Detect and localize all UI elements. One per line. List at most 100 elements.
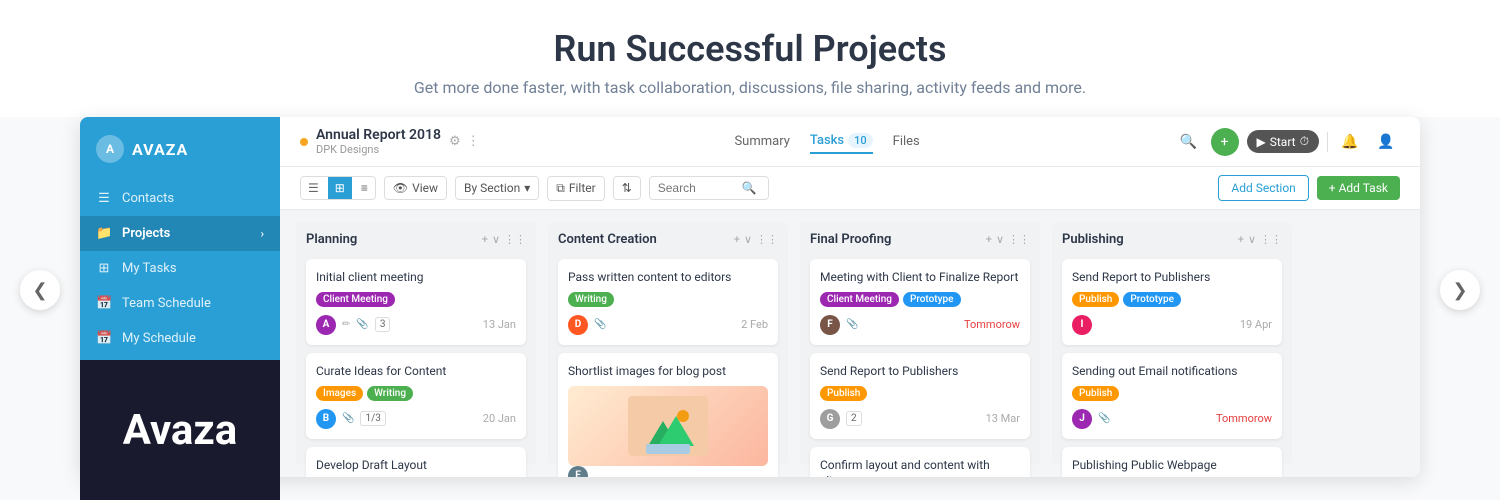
- more-col-icon[interactable]: ⋮⋮: [1008, 233, 1030, 246]
- chevron-icon[interactable]: ∨: [492, 233, 500, 246]
- user-avatar-icon[interactable]: 👤: [1372, 128, 1400, 156]
- task-card[interactable]: Pass written content to editors Writing …: [558, 259, 778, 345]
- tag: Prototype: [1123, 292, 1181, 307]
- col-actions-final-proofing: + ∨ ⋮⋮: [986, 233, 1030, 246]
- tag: Client Meeting: [316, 292, 395, 307]
- start-label: Start: [1270, 135, 1296, 149]
- project-tabs: Summary Tasks10 Files: [734, 129, 919, 154]
- eye-icon: 👁: [393, 181, 408, 195]
- tab-tasks[interactable]: Tasks10: [810, 129, 873, 154]
- sidebar-item-projects[interactable]: 📁 Projects ›: [80, 216, 280, 251]
- search-input[interactable]: [658, 181, 738, 195]
- more-col-icon[interactable]: ⋮⋮: [756, 233, 778, 246]
- task-tags: ImagesWriting: [316, 386, 516, 401]
- task-title: Meeting with Client to Finalize Report: [820, 269, 1020, 286]
- task-footer: I 19 Apr: [1072, 315, 1272, 335]
- task-icon: 📎: [594, 319, 606, 330]
- add-col-icon[interactable]: +: [986, 233, 992, 246]
- col-actions-publishing: + ∨ ⋮⋮: [1238, 233, 1282, 246]
- search-icon: 🔍: [742, 181, 757, 195]
- chevron-icon[interactable]: ∨: [996, 233, 1004, 246]
- add-button[interactable]: +: [1211, 128, 1239, 156]
- task-card[interactable]: Meeting with Client to Finalize Report C…: [810, 259, 1030, 345]
- list-view-toggle[interactable]: ☰: [301, 177, 326, 199]
- task-image: [568, 386, 768, 466]
- filter-label: Filter: [569, 181, 596, 195]
- tab-files[interactable]: Files: [893, 130, 920, 153]
- header-actions: 🔍 + ▶ Start ⏱ 🔔 👤: [1175, 128, 1400, 156]
- task-footer: F 📎 Tommorow: [820, 315, 1020, 335]
- notification-icon[interactable]: 🔔: [1336, 128, 1364, 156]
- task-footer: B 📎1/3 20 Jan: [316, 409, 516, 429]
- task-tags: Publish: [1072, 386, 1272, 401]
- chevron-icon[interactable]: ∨: [744, 233, 752, 246]
- filter-button[interactable]: ⧉ Filter: [547, 176, 604, 201]
- task-card[interactable]: Sending out Email notifications Publish …: [1062, 353, 1282, 439]
- kanban-view-toggle[interactable]: ⊞: [328, 177, 352, 199]
- tab-summary[interactable]: Summary: [734, 130, 789, 153]
- task-icon: 📎: [846, 319, 858, 330]
- sidebar-item-my-tasks[interactable]: ⊞ My Tasks: [80, 251, 280, 286]
- task-tags: Writing: [568, 292, 768, 307]
- add-col-icon[interactable]: +: [1238, 233, 1244, 246]
- chevron-right-icon: ❯: [1452, 280, 1467, 301]
- tasks-icon: ⊞: [96, 261, 112, 276]
- more-col-icon[interactable]: ⋮⋮: [1260, 233, 1282, 246]
- task-tags: Publish: [820, 386, 1020, 401]
- project-title: Annual Report 2018: [316, 127, 441, 143]
- task-meta: 2: [846, 411, 862, 426]
- task-icon: 📎: [356, 319, 368, 330]
- sidebar-item-contacts[interactable]: ☰ Contacts: [80, 181, 280, 216]
- prev-arrow[interactable]: ❮: [20, 270, 60, 310]
- logo-icon: A: [96, 135, 124, 163]
- column-content-creation: Content Creation + ∨ ⋮⋮ Pass written con…: [548, 222, 788, 465]
- tag: Writing: [568, 292, 614, 307]
- add-task-button[interactable]: + Add Task: [1317, 176, 1400, 200]
- task-avatar: A: [316, 315, 336, 335]
- task-card[interactable]: Send Report to Publishers Publish G 2 13…: [810, 353, 1030, 439]
- add-col-icon[interactable]: +: [734, 233, 740, 246]
- start-button[interactable]: ▶ Start ⏱: [1247, 130, 1319, 153]
- task-card[interactable]: Develop Draft Layout C: [306, 447, 526, 477]
- hero-subtitle: Get more done faster, with task collabor…: [0, 78, 1500, 97]
- sort-button[interactable]: ⇅: [613, 176, 641, 200]
- task-card[interactable]: Send Report to Publishers PublishPrototy…: [1062, 259, 1282, 345]
- task-card[interactable]: Curate Ideas for Content ImagesWriting B…: [306, 353, 526, 439]
- tag: Publish: [820, 386, 867, 401]
- tasks-badge: 10: [848, 133, 873, 148]
- col-actions-planning: + ∨ ⋮⋮: [482, 233, 526, 246]
- task-avatar: F: [820, 315, 840, 335]
- task-avatar: G: [820, 409, 840, 429]
- by-section-label: By Section: [464, 181, 520, 195]
- task-footer: A ✏📎3 13 Jan: [316, 315, 516, 335]
- task-card[interactable]: Publishing Public Webpage K: [1062, 447, 1282, 477]
- search-button[interactable]: 🔍: [1175, 128, 1203, 156]
- column-planning: Planning + ∨ ⋮⋮ Initial client meeting C…: [296, 222, 536, 465]
- hero-title: Run Successful Projects: [0, 28, 1500, 70]
- add-section-button[interactable]: Add Section: [1218, 175, 1308, 201]
- sidebar-item-label: Contacts: [122, 191, 174, 206]
- sidebar-item-my-schedule[interactable]: 📅 My Schedule: [80, 321, 280, 356]
- settings-icon[interactable]: ⚙: [449, 134, 461, 149]
- tag: Writing: [367, 386, 413, 401]
- task-tags: PublishPrototype: [1072, 292, 1272, 307]
- add-col-icon[interactable]: +: [482, 233, 488, 246]
- chevron-icon[interactable]: ∨: [1248, 233, 1256, 246]
- task-card[interactable]: Initial client meeting Client Meeting A …: [306, 259, 526, 345]
- task-avatar: B: [316, 409, 336, 429]
- task-card[interactable]: Shortlist images for blog post E: [558, 353, 778, 477]
- col-title-planning: Planning: [306, 232, 357, 247]
- col-actions-content-creation: + ∨ ⋮⋮: [734, 233, 778, 246]
- view-button[interactable]: 👁 View: [384, 176, 447, 200]
- task-card[interactable]: Confirm layout and content with client H: [810, 447, 1030, 477]
- gantt-view-toggle[interactable]: ≡: [354, 177, 375, 199]
- dropdown-arrow-icon: ▾: [524, 181, 530, 195]
- sidebar-item-label: Projects: [122, 226, 170, 241]
- by-section-button[interactable]: By Section ▾: [455, 176, 539, 200]
- sidebar-item-team-schedule[interactable]: 📅 Team Schedule: [80, 286, 280, 321]
- more-col-icon[interactable]: ⋮⋮: [504, 233, 526, 246]
- next-arrow[interactable]: ❯: [1440, 270, 1480, 310]
- filter-icon: ⧉: [556, 181, 565, 196]
- more-icon[interactable]: ⋮: [467, 134, 480, 149]
- task-date: 19 Apr: [1240, 318, 1272, 331]
